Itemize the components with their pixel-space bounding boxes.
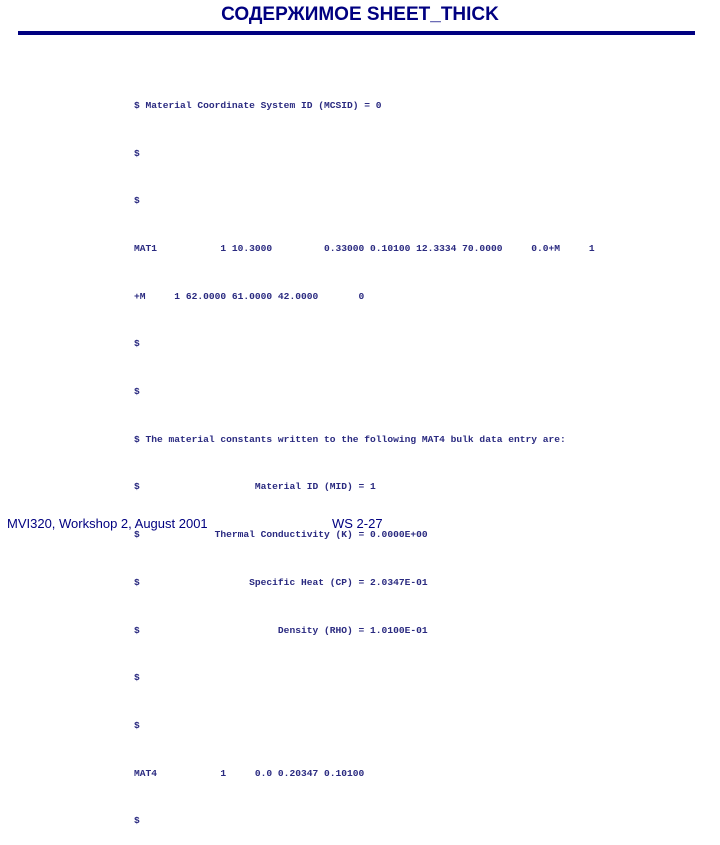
slide-title: СОДЕРЖИМОЕ SHEET_THICK [221, 4, 499, 25]
code-line: $ Material Coordinate System ID (MCSID) … [134, 99, 382, 111]
code-line: $ [134, 195, 140, 207]
code-line: $ [134, 672, 140, 684]
footer-page-number: WS 2-27 [332, 516, 383, 531]
code-line: MAT4 1 0.0 0.20347 0.10100 [134, 767, 365, 779]
code-line: $ Specific Heat (CP) = 2.0347E-01 [134, 576, 428, 588]
code-line: +M 1 62.0000 61.0000 42.0000 0 [134, 290, 365, 302]
code-line: $ [134, 719, 140, 731]
code-line: $ [134, 147, 140, 159]
title-underline-divider [18, 31, 695, 35]
code-line: $ [134, 386, 140, 398]
code-line: $ The material constants written to the … [134, 433, 566, 445]
code-line: $ Material ID (MID) = 1 [134, 481, 376, 493]
code-line: MAT1 1 10.3000 0.33000 0.10100 12.3334 7… [134, 242, 595, 254]
code-line: $ [134, 338, 140, 350]
code-line: $ [134, 815, 140, 827]
code-listing: $ Material Coordinate System ID (MCSID) … [134, 66, 595, 845]
code-line: $ Density (RHO) = 1.0100E-01 [134, 624, 428, 636]
footer-course-info: MVI320, Workshop 2, August 2001 [7, 516, 208, 531]
